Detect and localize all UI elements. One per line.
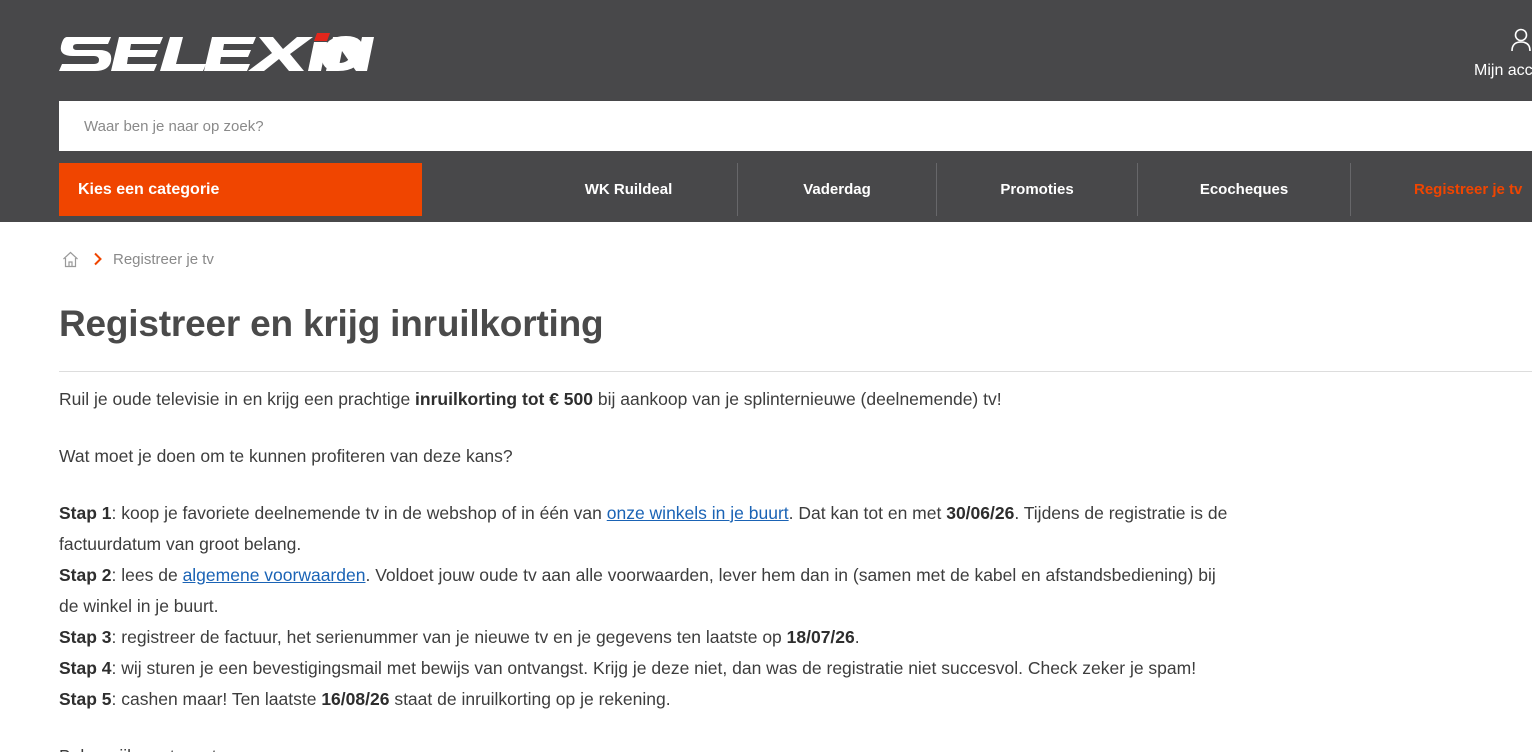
intro-text-end: bij aankoop van je splinternieuwe (deeln… — [593, 389, 1002, 409]
nav-divider — [1350, 163, 1351, 216]
step-label: Stap 1 — [59, 503, 112, 523]
my-account-link[interactable]: Mijn acc — [1474, 28, 1532, 88]
step-text: . Dat kan tot en met — [788, 503, 947, 523]
step-text: : koop je favoriete deelnemende tv in de… — [111, 503, 607, 523]
search-input[interactable] — [59, 101, 1532, 151]
home-icon[interactable] — [62, 251, 79, 268]
intro-highlight: inruilkorting tot € 500 — [415, 389, 593, 409]
step-label: Stap 5 — [59, 689, 112, 709]
title-divider — [59, 371, 1532, 372]
step-date: 18/07/26 — [786, 627, 855, 647]
nav-item-registreer-je-tv[interactable]: Registreer je tv — [1414, 163, 1532, 216]
step-label: Stap 4 — [59, 658, 112, 678]
intro-text: Ruil je oude televisie in en krijg een p… — [59, 389, 416, 409]
breadcrumb-current: Registreer je tv — [113, 250, 214, 268]
step-text: : registreer de factuur, het serienummer… — [111, 627, 787, 647]
step-4: Stap 4: wij sturen je een bevestigingsma… — [59, 653, 1239, 684]
step-text: : cashen maar! Ten laatste — [111, 689, 322, 709]
question-paragraph: Wat moet je doen om te kunnen profiteren… — [59, 446, 513, 466]
main-content: Ruil je oude televisie in en krijg een p… — [59, 384, 1239, 752]
step-1: Stap 1: koop je favoriete deelnemende tv… — [59, 498, 1239, 560]
selexion-logo-mark — [59, 33, 374, 71]
search-bar — [59, 101, 1532, 151]
step-3: Stap 3: registreer de factuur, het serie… — [59, 622, 1239, 653]
breadcrumb: Registreer je tv — [62, 248, 214, 270]
step-text: staat de inruilkorting op je rekening. — [389, 689, 671, 709]
terms-link[interactable]: algemene voorwaarden — [183, 565, 366, 585]
step-text: : lees de — [111, 565, 183, 585]
step-text: : wij sturen je een bevestigingsmail met… — [111, 658, 1197, 678]
nav-item-promoties[interactable]: Promoties — [937, 163, 1137, 216]
site-header: Mijn acc Kies een categorie WK Ruildeal … — [0, 0, 1532, 222]
my-account-label: Mijn acc — [1474, 62, 1532, 79]
selexion-logo[interactable] — [59, 33, 374, 73]
choose-category-button[interactable]: Kies een categorie — [59, 163, 422, 216]
step-date: 16/08/26 — [321, 689, 390, 709]
page-title: Registreer en krijg inruilkorting — [59, 303, 604, 344]
step-text: . — [854, 627, 860, 647]
step-5: Stap 5: cashen maar! Ten laatste 16/08/2… — [59, 684, 1239, 715]
step-date: 30/06/26 — [946, 503, 1015, 523]
step-2: Stap 2: lees de algemene voorwaarden. Vo… — [59, 560, 1239, 622]
chevron-right-icon — [94, 252, 102, 266]
nav-item-ecocheques[interactable]: Ecocheques — [1138, 163, 1350, 216]
user-icon — [1511, 28, 1531, 52]
step-label: Stap 2 — [59, 565, 112, 585]
main-nav: WK Ruildeal Vaderdag Promoties Ecocheque… — [520, 163, 1532, 216]
nav-item-vaderdag[interactable]: Vaderdag — [738, 163, 936, 216]
step-label: Stap 3 — [59, 627, 112, 647]
intro-paragraph: Ruil je oude televisie in en krijg een p… — [59, 384, 1239, 415]
nav-item-wk-ruildeal[interactable]: WK Ruildeal — [520, 163, 737, 216]
stores-link[interactable]: onze winkels in je buurt — [607, 503, 789, 523]
important-heading: Belangrijk om te weten — [59, 741, 1239, 752]
